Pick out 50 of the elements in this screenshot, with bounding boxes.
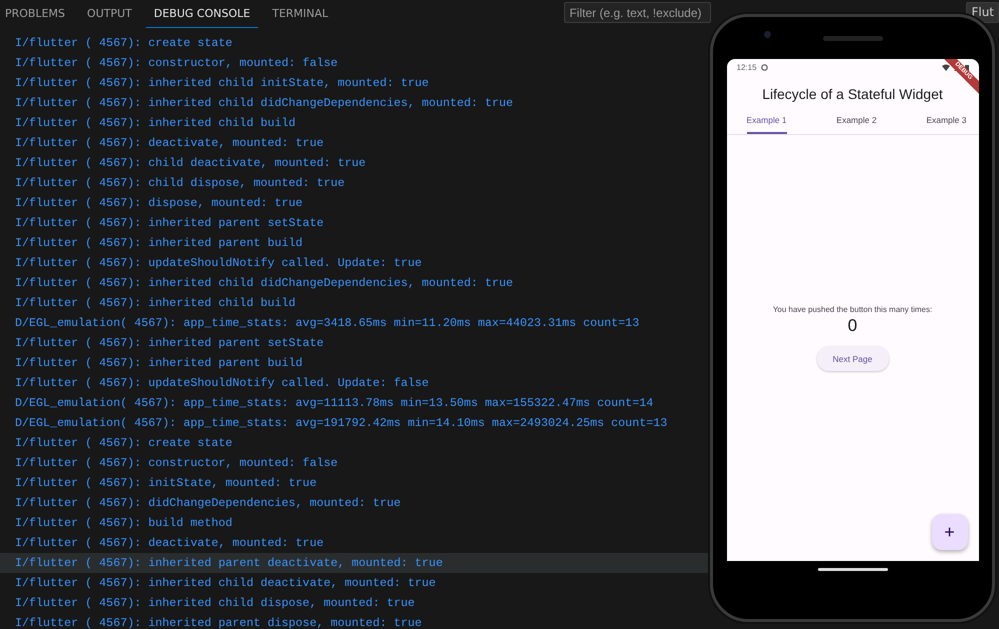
panel-tab[interactable]: DEBUG CONSOLE [146,0,258,28]
filter-field[interactable]: Filter (e.g. text, !exclude) [564,2,712,23]
console-line: I/flutter ( 4567): inherited parent build [15,235,303,251]
console-line: I/flutter ( 4567): inherited child build [15,295,296,311]
app-tab[interactable]: Example 2 [836,110,877,134]
console-line: I/flutter ( 4567): inherited child build [15,115,296,131]
console-line: I/flutter ( 4567): updateShouldNotify called. Update: true [15,255,422,271]
console-line: I/flutter ( 4567): dispose, mounted: true [15,195,303,211]
counter-label: You have pushed the button this many times: [772,305,932,314]
console-line: I/flutter ( 4567): create state [15,435,232,451]
console-line: I/flutter ( 4567): didChangeDependencies, mounted: true [15,495,401,511]
console-line: I/flutter ( 4567): deactivate, mounted: true [15,535,324,551]
counter-value: 0 [848,316,858,336]
console-line: I/flutter ( 4567): create state [15,35,232,51]
console-line: I/flutter ( 4567): inherited parent setState [15,215,324,231]
console-line: I/flutter ( 4567): child deactivate, mounted: true [15,155,366,171]
console-line: I/flutter ( 4567): child dispose, mounted: true [15,175,345,191]
console-line: I/flutter ( 4567): inherited parent deactivate, mounted: true [15,555,443,571]
battery-icon [964,64,968,70]
next-page-button[interactable]: Next Page [816,346,888,371]
app-tab[interactable]: Example 3 [926,110,966,134]
circle-icon [760,64,768,70]
panel-tab[interactable]: OUTPUT [79,0,140,28]
console-line: I/flutter ( 4567): initState, mounted: true [15,475,317,491]
console-line: D/EGL_emulation( 4567): app_time_stats: avg=11113.78ms min=13.50ms max=155322.47ms count=14 [15,395,654,411]
speaker-icon [822,36,882,40]
console-line: I/flutter ( 4567): inherited parent build [15,355,303,371]
console-line: I/flutter ( 4567): deactivate, mounted: true [15,135,324,151]
console-line: I/flutter ( 4567): inherited parent setState [15,335,324,351]
console-line: I/flutter ( 4567): constructor, mounted: false [15,55,338,71]
console-line: I/flutter ( 4567): inherited child dispose, mounted: true [15,595,415,611]
console-line: I/flutter ( 4567): inherited child initState, mounted: true [15,75,429,91]
camera-icon [764,31,771,38]
console-line: I/flutter ( 4567): constructor, mounted: false [15,455,338,471]
panel-tab[interactable]: TERMINAL [264,0,336,28]
console-line: I/flutter ( 4567): inherited parent dispose, mounted: true [15,615,422,629]
console-line: D/EGL_emulation( 4567): app_time_stats: avg=191792.42ms min=14.10ms max=2493024.25ms count=13 [15,415,668,431]
wifi-icon [942,64,950,70]
status-time: 12:15 [736,62,757,72]
console-line: I/flutter ( 4567): updateShouldNotify called. Update: false [15,375,429,391]
app-title: Lifecycle of a Stateful Widget [761,85,944,104]
app-tab[interactable]: Example 1 [746,110,787,134]
add-button[interactable]: + [932,514,968,550]
console-line: I/flutter ( 4567): inherited child deactivate, mounted: true [15,575,436,591]
console-line: I/flutter ( 4567): inherited child didChangeDependencies, mounted: true [15,275,513,291]
console-line: D/EGL_emulation( 4567): app_time_stats: avg=3418.65ms min=11.20ms max=44023.31ms count=13 [15,315,640,331]
console-line: I/flutter ( 4567): inherited child didChangeDependencies, mounted: true [15,95,513,111]
console-line: I/flutter ( 4567): build method [15,515,232,531]
panel-tab[interactable]: PROBLEMS [0,0,74,28]
home-handle[interactable] [818,568,888,570]
